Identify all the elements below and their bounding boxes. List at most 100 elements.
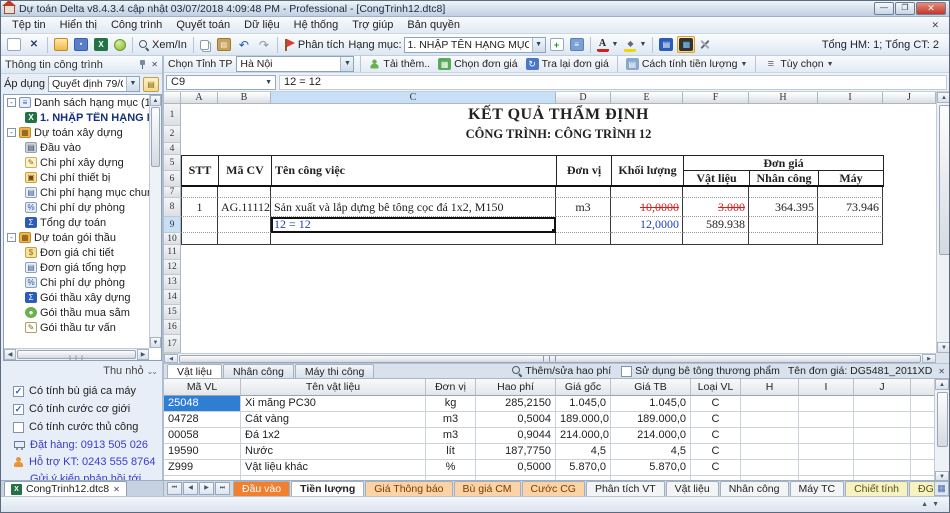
tree-horizontal-scrollbar[interactable]: ◀ ❙❙❙ ▶ bbox=[4, 348, 149, 360]
update-button[interactable] bbox=[112, 38, 128, 52]
cell-e7[interactable] bbox=[611, 187, 683, 198]
tree-vertical-scrollbar[interactable]: ▲ ▼ bbox=[149, 95, 161, 348]
quantity-method-button[interactable]: ▤ Cách tính tiền lượng ▼ bbox=[624, 57, 750, 71]
empty-row[interactable] bbox=[181, 320, 936, 335]
row-header-8[interactable]: 8 bbox=[164, 198, 181, 217]
row-header-17[interactable]: 17 bbox=[164, 335, 181, 353]
scroll-right-icon[interactable]: ▶ bbox=[137, 349, 149, 360]
relookup-price-button[interactable]: ↻ Tra lại đơn giá bbox=[524, 57, 611, 71]
scrollbar-thumb[interactable] bbox=[151, 107, 160, 167]
collapse-icon[interactable]: - bbox=[7, 128, 16, 137]
undo-button[interactable]: ↶ bbox=[235, 37, 253, 52]
tab-chiet-tinh[interactable]: Chiết tính bbox=[845, 481, 908, 496]
pin-icon[interactable] bbox=[138, 59, 147, 70]
tab-tien-luong[interactable]: Tiền lượng bbox=[291, 481, 364, 496]
empty-row[interactable] bbox=[181, 143, 936, 155]
checkbox-cuoc-co-gioi[interactable]: ✓ Có tính cước cơ giới bbox=[13, 403, 130, 415]
cell-c8[interactable]: Sản xuất và lắp dựng bê tông cọc đá 1x2,… bbox=[271, 198, 556, 217]
menu-hien-thi[interactable]: Hiển thị bbox=[53, 18, 104, 32]
select-price-button[interactable]: ▦ Chọn đơn giá bbox=[436, 57, 520, 71]
menu-tep-tin[interactable]: Tệp tin bbox=[5, 18, 53, 32]
document-tab[interactable]: X CongTrinh12.dtc8 ✕ bbox=[4, 481, 127, 496]
cell-c7[interactable] bbox=[271, 187, 556, 198]
column-header-h[interactable]: H bbox=[749, 92, 818, 104]
document-view-button[interactable]: ▤ bbox=[657, 37, 675, 52]
cell-d9[interactable] bbox=[556, 217, 611, 233]
collapse-icon[interactable]: - bbox=[7, 98, 16, 107]
header-ten-cong-viec[interactable]: Tên công việc bbox=[272, 156, 557, 185]
header-gia-tb[interactable]: Giá TB bbox=[611, 379, 691, 396]
cell-b8[interactable]: AG.11112 bbox=[218, 198, 271, 217]
cell-e10[interactable] bbox=[611, 233, 683, 245]
tab-vat-lieu-sheet[interactable]: Vật liệu bbox=[666, 481, 719, 496]
order-link[interactable]: Đặt hàng: 0913 505 026 bbox=[13, 439, 148, 451]
row-header-15[interactable]: 15 bbox=[164, 305, 181, 320]
open-button[interactable] bbox=[52, 37, 70, 52]
scroll-up-icon[interactable]: ▲ bbox=[150, 95, 161, 106]
save-button[interactable]: ▪ bbox=[72, 37, 90, 52]
tab-gia-thong-bao[interactable]: Giá Thông báo bbox=[365, 481, 452, 496]
row-header-5[interactable]: 5 bbox=[164, 155, 181, 171]
chevron-down-icon[interactable]: ▼ bbox=[340, 57, 353, 71]
close-document-tab-icon[interactable]: ✕ bbox=[113, 485, 120, 494]
header-stt[interactable]: STT bbox=[182, 156, 219, 185]
tab-list-button[interactable]: ▦ bbox=[934, 481, 949, 496]
collapse-icon[interactable]: - bbox=[7, 233, 16, 242]
view-print-button[interactable]: Xem/In bbox=[137, 38, 189, 52]
sheet-vertical-scrollbar[interactable]: ▲ ▼ bbox=[936, 92, 950, 353]
cell-e8[interactable]: 10,0000 bbox=[611, 198, 683, 217]
redo-button[interactable]: ↷ bbox=[255, 37, 273, 52]
tree-item-chi-phi-hang-muc-chung[interactable]: ▤ Chi phí hạng mục chung bbox=[4, 185, 161, 200]
cell-h8[interactable]: 364.395 bbox=[749, 198, 818, 217]
close-document-icon[interactable]: ✕ bbox=[925, 20, 945, 31]
scroll-down-icon[interactable]: ▼ bbox=[932, 501, 939, 508]
checkbox-checked-icon[interactable]: ✓ bbox=[13, 386, 24, 397]
header-ten-vat-lieu[interactable]: Tên vật liệu bbox=[241, 379, 426, 396]
checkbox-cuoc-thu-cong[interactable]: Có tính cước thủ công bbox=[13, 421, 138, 433]
column-header-e[interactable]: E bbox=[611, 92, 683, 104]
tree-item-du-toan-goi-thau[interactable]: - ▦ Dự toán gói thầu bbox=[4, 230, 161, 245]
empty-row[interactable] bbox=[181, 275, 936, 290]
first-tab-icon[interactable]: ⏮ bbox=[167, 482, 182, 495]
tree-item-chi-phi-du-phong[interactable]: % Chi phí dự phòng bbox=[4, 200, 161, 215]
scroll-left-icon[interactable]: ◀ bbox=[164, 354, 178, 363]
cell-a8[interactable]: 1 bbox=[181, 198, 218, 217]
tools-button[interactable] bbox=[697, 37, 714, 52]
empty-row[interactable] bbox=[181, 260, 936, 275]
column-header-i[interactable]: I bbox=[818, 92, 883, 104]
decision-combobox[interactable]: Quyết định 79/QĐ-B... ▼ bbox=[48, 76, 140, 92]
cell-reference-box[interactable]: C9 ▼ bbox=[166, 75, 276, 90]
empty-row[interactable] bbox=[181, 245, 936, 260]
sheet-horizontal-scrollbar[interactable]: ◀ ❙❙❙ ▶ bbox=[164, 353, 936, 363]
minimize-button[interactable]: — bbox=[874, 2, 894, 15]
next-tab-icon[interactable]: ▶ bbox=[199, 482, 214, 495]
tree-item-goi-thau-xay-dung[interactable]: Σ Gói thầu xây dựng bbox=[4, 290, 161, 305]
tree-item-goi-thau-tu-van[interactable]: ✎ Gói thầu tư vấn bbox=[4, 320, 161, 335]
close-button[interactable]: ✕ bbox=[916, 2, 946, 15]
cell-c10[interactable] bbox=[271, 233, 556, 245]
cell-f8[interactable]: 3.000 bbox=[683, 198, 749, 217]
header-don-gia[interactable]: Đơn giá bbox=[684, 156, 884, 171]
edit-consumption-button[interactable]: Thêm/sửa hao phí bbox=[510, 364, 613, 378]
feedback-link[interactable]: Gửi ý kiến phản hồi tới Delta bbox=[13, 473, 162, 480]
tree-item-dau-vao[interactable]: ▤ Đầu vào bbox=[4, 140, 161, 155]
header-don-vi[interactable]: Đơn vị bbox=[426, 379, 476, 396]
menu-cong-trinh[interactable]: Công trình bbox=[104, 18, 169, 32]
fill-color-button[interactable]: ◆▼ bbox=[622, 37, 648, 53]
tab-nhan-cong-sheet[interactable]: Nhân công bbox=[720, 481, 789, 496]
options-button[interactable]: ≡ Tùy chọn ▼ bbox=[762, 57, 835, 72]
province-combobox[interactable]: Hà Nội ▼ bbox=[236, 56, 354, 72]
header-ma-vl[interactable]: Mã VL bbox=[164, 379, 241, 396]
empty-row[interactable] bbox=[181, 305, 936, 320]
tree-item-goi-thau-mua-sam[interactable]: ● Gói thầu mua sắm bbox=[4, 305, 161, 320]
empty-row[interactable] bbox=[181, 290, 936, 305]
row-header-6[interactable]: 6 bbox=[164, 171, 181, 187]
row-header-14[interactable]: 14 bbox=[164, 290, 181, 305]
row-header-10[interactable]: 10 bbox=[164, 233, 181, 245]
cell-d7[interactable] bbox=[556, 187, 611, 198]
scroll-right-icon[interactable]: ▶ bbox=[922, 354, 936, 363]
material-row[interactable]: 19590 Nước lít 187,7750 4,5 4,5 C bbox=[164, 444, 934, 460]
cell-e9[interactable]: 12,0000 bbox=[611, 217, 683, 233]
scroll-down-icon[interactable]: ▼ bbox=[937, 342, 950, 353]
tree-item-tong-du-toan[interactable]: Σ Tổng dự toán bbox=[4, 215, 161, 230]
